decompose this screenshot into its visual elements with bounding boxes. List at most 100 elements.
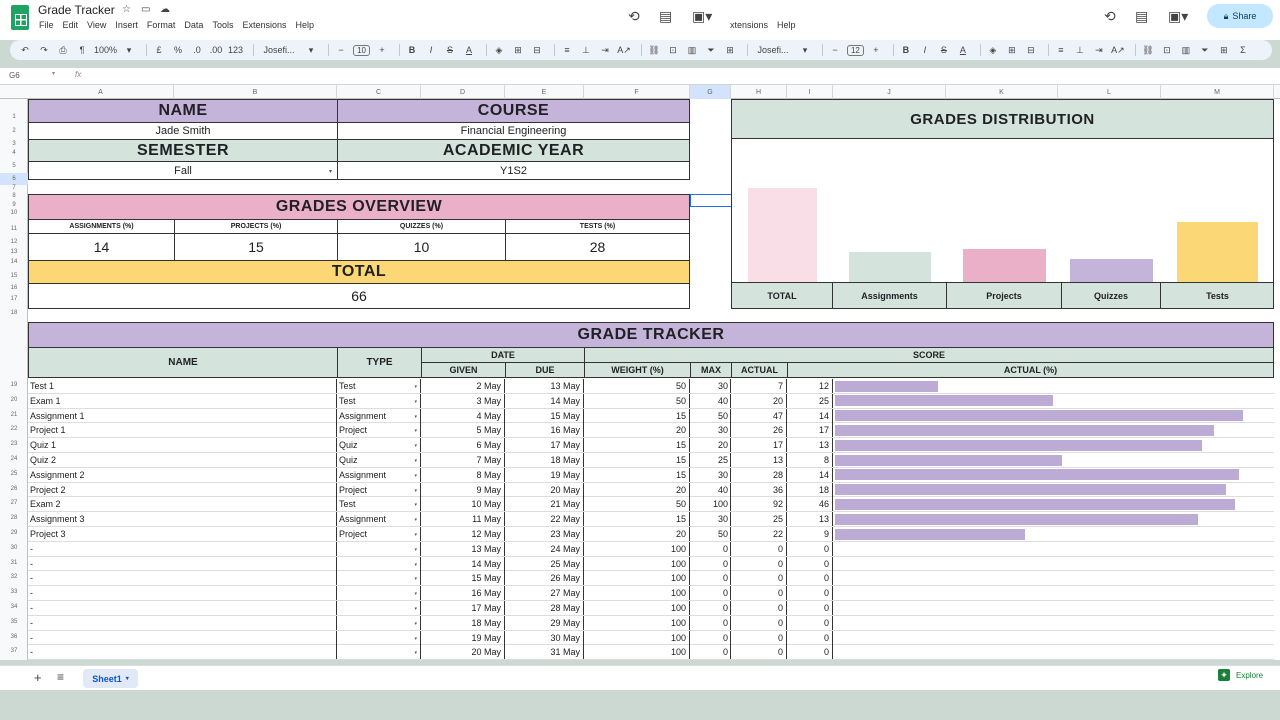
tracker-score-header[interactable]: SCORE xyxy=(584,347,1274,363)
chevron-down-icon[interactable]: ▾ xyxy=(414,650,417,656)
table-row[interactable]: Exam 2 Test ▾ 10 May 21 May 50 100 92 46 xyxy=(28,497,1274,513)
tracker-cell-pct[interactable]: 0 xyxy=(787,601,833,615)
menu-data[interactable]: Data xyxy=(184,20,203,30)
tracker-cell-due[interactable]: 29 May xyxy=(505,615,584,630)
tracker-cell-given[interactable]: 11 May xyxy=(421,512,505,527)
tracker-cell-due[interactable]: 30 May xyxy=(505,630,584,645)
tracker-actual-pct-header[interactable]: ACTUAL (%) xyxy=(787,362,1274,378)
name-box[interactable]: G6 xyxy=(9,71,20,80)
tracker-cell-name[interactable]: Quiz 1 xyxy=(28,438,337,453)
tracker-cell-max[interactable]: 0 xyxy=(690,601,731,615)
tracker-cell-due[interactable]: 18 May xyxy=(505,453,584,467)
star-icon[interactable]: ☆ xyxy=(122,4,131,15)
insert-chart-icon-2[interactable]: ▥ xyxy=(1179,45,1193,56)
history-icon[interactable]: ⟲ xyxy=(628,8,640,25)
menu-extensions-duplicate[interactable]: xtensions xyxy=(730,20,768,30)
chart-bar-tests[interactable] xyxy=(1177,221,1258,282)
tracker-cell-given[interactable]: 7 May xyxy=(421,453,505,467)
menu-view[interactable]: View xyxy=(87,20,106,30)
quizzes-header[interactable]: QUIZZES (%) xyxy=(337,219,506,234)
academic-year-label[interactable]: ACADEMIC YEAR xyxy=(337,139,690,162)
tracker-cell-weight[interactable]: 50 xyxy=(584,393,690,408)
tracker-cell-name[interactable]: - xyxy=(28,541,337,556)
tracker-cell-type[interactable]: Test ▾ xyxy=(337,379,421,393)
tracker-cell-type[interactable]: ▾ xyxy=(337,601,421,615)
tracker-date-header[interactable]: DATE xyxy=(421,347,585,363)
selected-cell[interactable] xyxy=(690,194,732,207)
insert-comment-icon[interactable]: ⊡ xyxy=(666,45,680,56)
menu-edit[interactable]: Edit xyxy=(63,20,79,30)
table-row[interactable]: Project 3 Project ▾ 12 May 23 May 20 50 22 9 xyxy=(28,527,1274,542)
insert-link-icon[interactable]: ⛓ xyxy=(647,45,661,56)
menu-tools[interactable]: Tools xyxy=(212,20,233,30)
tracker-cell-pct[interactable]: 13 xyxy=(787,438,833,453)
tracker-cell-max[interactable]: 0 xyxy=(690,645,731,660)
course-value[interactable]: Financial Engineering xyxy=(337,122,690,140)
projects-header[interactable]: PROJECTS (%) xyxy=(174,219,338,234)
tracker-cell-actual[interactable]: 0 xyxy=(731,541,787,556)
tracker-cell-due[interactable]: 21 May xyxy=(505,497,584,512)
tracker-cell-given[interactable]: 19 May xyxy=(421,630,505,645)
assignments-header[interactable]: ASSIGNMENTS (%) xyxy=(28,219,175,234)
tracker-cell-max[interactable]: 40 xyxy=(690,482,731,497)
table-row[interactable]: - ▾ 18 May 29 May 100 0 0 0 xyxy=(28,615,1274,631)
tracker-cell-pct[interactable]: 46 xyxy=(787,497,833,512)
tracker-cell-actual[interactable]: 92 xyxy=(731,497,787,512)
more-formats-button[interactable]: 123 xyxy=(228,45,243,55)
tracker-cell-type[interactable]: ▾ xyxy=(337,645,421,660)
tracker-cell-type[interactable]: Project ▾ xyxy=(337,527,421,541)
tracker-cell-due[interactable]: 28 May xyxy=(505,601,584,615)
tracker-cell-pct[interactable]: 9 xyxy=(787,527,833,541)
tracker-cell-type[interactable]: ▾ xyxy=(337,630,421,645)
tracker-cell-actual[interactable]: 17 xyxy=(731,438,787,453)
tracker-cell-type[interactable]: Assignment ▾ xyxy=(337,467,421,482)
table-row[interactable]: - ▾ 16 May 27 May 100 0 0 0 xyxy=(28,586,1274,601)
meet-video-icon[interactable]: ▣▾ xyxy=(692,8,712,25)
strikethrough-icon-2[interactable]: S xyxy=(937,45,951,55)
tracker-cell-actual[interactable]: 26 xyxy=(731,423,787,438)
tracker-cell-type[interactable]: Assignment ▾ xyxy=(337,408,421,423)
currency-format-button[interactable]: £ xyxy=(152,45,166,55)
font-size-minus-icon[interactable]: − xyxy=(334,45,348,55)
tracker-cell-weight[interactable]: 100 xyxy=(584,556,690,571)
chart-bar-quizzes[interactable] xyxy=(1070,259,1153,282)
menu-insert[interactable]: Insert xyxy=(115,20,138,30)
total-value[interactable]: 66 xyxy=(28,283,690,309)
filter-views-icon-2[interactable]: ⊞ xyxy=(1217,45,1231,56)
grades-overview-title[interactable]: GRADES OVERVIEW xyxy=(28,194,690,220)
chevron-down-icon[interactable]: ▾ xyxy=(414,606,417,612)
tracker-cell-weight[interactable]: 100 xyxy=(584,541,690,556)
chevron-down-icon[interactable]: ▾ xyxy=(304,45,318,56)
tracker-cell-type[interactable]: Test ▾ xyxy=(337,393,421,408)
chevron-down-icon[interactable]: ▾ xyxy=(414,414,417,420)
font-select-2[interactable]: Josefi... xyxy=(753,45,793,55)
insert-chart-icon[interactable]: ▥ xyxy=(685,45,699,56)
tracker-cell-pct[interactable]: 14 xyxy=(787,408,833,423)
chart-bar-projects[interactable] xyxy=(963,249,1046,282)
tracker-cell-name[interactable]: - xyxy=(28,601,337,615)
tracker-cell-given[interactable]: 5 May xyxy=(421,423,505,438)
tracker-cell-pct[interactable]: 12 xyxy=(787,379,833,393)
quizzes-value[interactable]: 10 xyxy=(337,233,506,261)
tracker-cell-due[interactable]: 14 May xyxy=(505,393,584,408)
chevron-down-icon[interactable]: ▾ xyxy=(329,168,332,175)
redo-icon[interactable]: ↷ xyxy=(37,45,51,56)
tracker-cell-name[interactable]: Quiz 2 xyxy=(28,453,337,467)
tracker-cell-pct[interactable]: 0 xyxy=(787,645,833,660)
chevron-down-icon[interactable]: ▾ xyxy=(414,532,417,538)
tracker-cell-given[interactable]: 15 May xyxy=(421,571,505,586)
tracker-cell-type[interactable]: Quiz ▾ xyxy=(337,438,421,453)
move-folder-icon[interactable]: ▭ xyxy=(141,4,150,15)
tracker-cell-given[interactable]: 6 May xyxy=(421,438,505,453)
table-row[interactable]: Assignment 2 Assignment ▾ 8 May 19 May 15 30 28… xyxy=(28,467,1274,483)
vertical-align-icon[interactable]: ⊥ xyxy=(579,45,593,56)
tracker-cell-max[interactable]: 30 xyxy=(690,379,731,393)
tracker-given-header[interactable]: GIVEN xyxy=(421,362,506,378)
tracker-type-header[interactable]: TYPE xyxy=(337,347,422,378)
tracker-cell-name[interactable]: Test 1 xyxy=(28,379,337,393)
tracker-cell-weight[interactable]: 50 xyxy=(584,497,690,512)
filter-icon[interactable]: ⏷ xyxy=(704,45,718,56)
tracker-cell-actual[interactable]: 0 xyxy=(731,571,787,586)
meet-video-icon-2[interactable]: ▣▾ xyxy=(1168,8,1188,25)
text-color-icon[interactable]: A xyxy=(462,45,476,55)
